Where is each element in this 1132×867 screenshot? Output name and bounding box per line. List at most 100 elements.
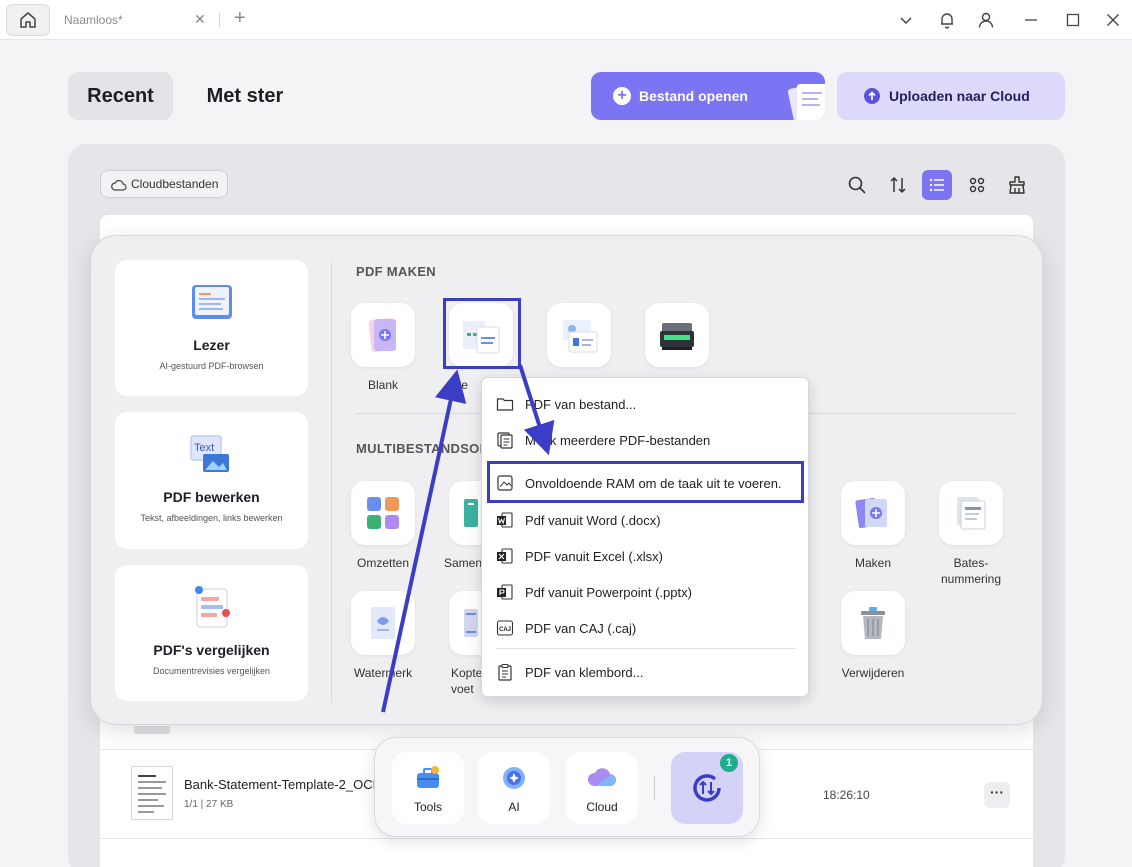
create-pdf-dropdown: PDF van bestand... Mk meerdere PDF-besta… <box>481 377 809 697</box>
home-icon <box>20 12 36 28</box>
dock-label: Cloud <box>586 800 618 814</box>
search-icon[interactable] <box>842 170 872 200</box>
multi-format-icon <box>463 321 500 354</box>
feature-subtitle: Documentrevisies vergelijken <box>152 666 271 676</box>
dock-tools-button[interactable]: Tools <box>392 752 464 824</box>
tile-header-footer[interactable] <box>449 591 481 655</box>
menu-item-multiple-pdf[interactable]: Mk meerdere PDF-bestanden <box>482 426 808 454</box>
caj-icon-label: CAJ <box>499 627 511 633</box>
tile-label: Maken <box>854 556 892 570</box>
tile-watermark[interactable] <box>351 591 415 655</box>
tile-label: Blank <box>367 378 399 392</box>
create-pdf-icon <box>855 498 887 528</box>
add-tab-icon[interactable]: + <box>234 8 246 28</box>
blank-page-icon <box>368 318 396 352</box>
dock-label: AI <box>508 800 520 814</box>
home-button[interactable] <box>6 4 50 36</box>
upload-to-cloud-button[interactable]: Uploaden naar Cloud <box>837 72 1065 120</box>
tile-label: Ove <box>446 378 469 392</box>
menu-item-insufficient-ram[interactable]: Onvoldoende RAM om de taak uit te voeren… <box>482 469 808 497</box>
chevron-down-icon[interactable] <box>893 8 919 32</box>
feature-subtitle: Tekst, afbeeldingen, links bewerken <box>140 513 283 523</box>
cloud-icon <box>111 180 127 191</box>
tile-label: Samen <box>444 556 483 570</box>
file-thumbnail[interactable] <box>131 766 173 820</box>
close-window-icon[interactable] <box>1100 8 1126 32</box>
word-icon <box>497 512 513 528</box>
feature-title: Lezer <box>193 337 230 353</box>
sort-icon[interactable] <box>883 170 913 200</box>
menu-item-pdf-from-powerpoint[interactable]: Pdf vanuit Powerpoint (.pptx) <box>482 578 808 606</box>
feature-title: PDF's vergelijken <box>153 642 270 658</box>
documents-illustration-icon <box>787 83 825 120</box>
tile-bates-numbering[interactable] <box>939 481 1003 545</box>
feature-title: PDF bewerken <box>163 489 260 505</box>
clean-icon[interactable] <box>1002 170 1032 200</box>
menu-item-label: Mk meerdere PDF-bestanden <box>525 433 711 448</box>
feature-card-edit-pdf[interactable]: Text PDF bewerken Tekst, afbeeldingen, l… <box>115 412 308 549</box>
tile-create[interactable] <box>841 481 905 545</box>
list-item-tag <box>134 726 170 734</box>
combine-icon <box>464 499 478 527</box>
powerpoint-icon <box>497 584 513 600</box>
tile-label: Omzetten <box>356 556 410 570</box>
section-title-create-pdf: PDF MAKEN <box>356 264 436 279</box>
menu-divider <box>496 648 796 649</box>
menu-item-pdf-from-word[interactable]: Pdf vanuit Word (.docx) <box>482 506 808 534</box>
user-icon[interactable] <box>973 8 999 32</box>
tile-combine[interactable] <box>449 481 481 545</box>
cloud-files-chip[interactable]: Cloudbestanden <box>100 170 228 198</box>
clipboard-icon <box>498 663 512 681</box>
file-meta: 1/1 | 27 KB <box>184 799 234 810</box>
sync-icon <box>693 774 721 802</box>
ai-assistant-icon <box>503 767 525 789</box>
edit-pdf-icon: Text <box>190 435 229 472</box>
more-options-button[interactable]: ··· <box>984 782 1010 808</box>
bates-numbering-icon <box>957 497 986 530</box>
dock-cloud-button[interactable]: Cloud <box>566 752 638 824</box>
dock-ai-button[interactable]: AI <box>478 752 550 824</box>
image-file-icon <box>497 475 513 491</box>
upload-icon <box>864 88 880 104</box>
caj-icon: CAJ <box>496 620 514 636</box>
tile-other[interactable] <box>449 303 513 367</box>
tab-starred[interactable]: Met ster <box>190 72 300 120</box>
minimize-icon[interactable] <box>1018 8 1044 32</box>
close-tab-icon[interactable]: ✕ <box>194 11 206 28</box>
file-time: 18:26:10 <box>823 788 870 802</box>
id-card-icon <box>563 320 598 353</box>
tile-convert[interactable] <box>351 481 415 545</box>
bell-icon[interactable] <box>934 8 960 32</box>
list-view-icon[interactable] <box>922 170 952 200</box>
menu-item-pdf-from-excel[interactable]: PDF vanuit Excel (.xlsx) <box>482 542 808 570</box>
tile-scan-card[interactable] <box>547 303 611 367</box>
folder-icon <box>496 398 514 411</box>
tab-recent[interactable]: Recent <box>68 72 173 120</box>
feature-subtitle: AI-gestuurd PDF-browsen <box>159 361 264 371</box>
tile-scanner[interactable] <box>645 303 709 367</box>
text-icon-label: Text <box>194 442 214 454</box>
feature-card-reader[interactable]: Lezer AI-gestuurd PDF-browsen <box>115 260 308 396</box>
tile-blank[interactable] <box>351 303 415 367</box>
dock-divider <box>654 776 655 800</box>
grid-view-icon[interactable] <box>962 170 992 200</box>
panel-divider <box>331 262 332 702</box>
file-name[interactable]: Bank-Statement-Template-2_OCR <box>184 777 382 792</box>
maximize-icon[interactable] <box>1060 8 1086 32</box>
tile-delete[interactable] <box>841 591 905 655</box>
document-tab-title[interactable]: Naamloos* <box>64 13 123 27</box>
menu-item-pdf-from-clipboard[interactable]: PDF van klembord... <box>482 658 808 686</box>
menu-item-pdf-from-file[interactable]: PDF van bestand... <box>482 390 808 418</box>
row-divider <box>100 838 1033 839</box>
menu-item-pdf-from-caj[interactable]: CAJ PDF van CAJ (.caj) <box>482 614 808 642</box>
section-title-multi-file: MULTIBESTANDSOI <box>356 441 484 456</box>
menu-item-label: PDF van CAJ (.caj) <box>525 621 637 636</box>
upload-to-cloud-label: Uploaden naar Cloud <box>889 88 1030 104</box>
open-file-label: Bestand openen <box>639 88 748 104</box>
dock-label: Tools <box>413 800 442 814</box>
feature-card-compare-pdf[interactable]: PDF's vergelijken Documentrevisies verge… <box>115 565 308 701</box>
menu-item-label: PDF van klembord... <box>525 665 644 680</box>
multi-file-icon <box>497 432 513 449</box>
open-file-button[interactable]: + Bestand openen <box>591 72 825 120</box>
menu-item-label: Pdf vanuit Word (.docx) <box>525 513 661 528</box>
